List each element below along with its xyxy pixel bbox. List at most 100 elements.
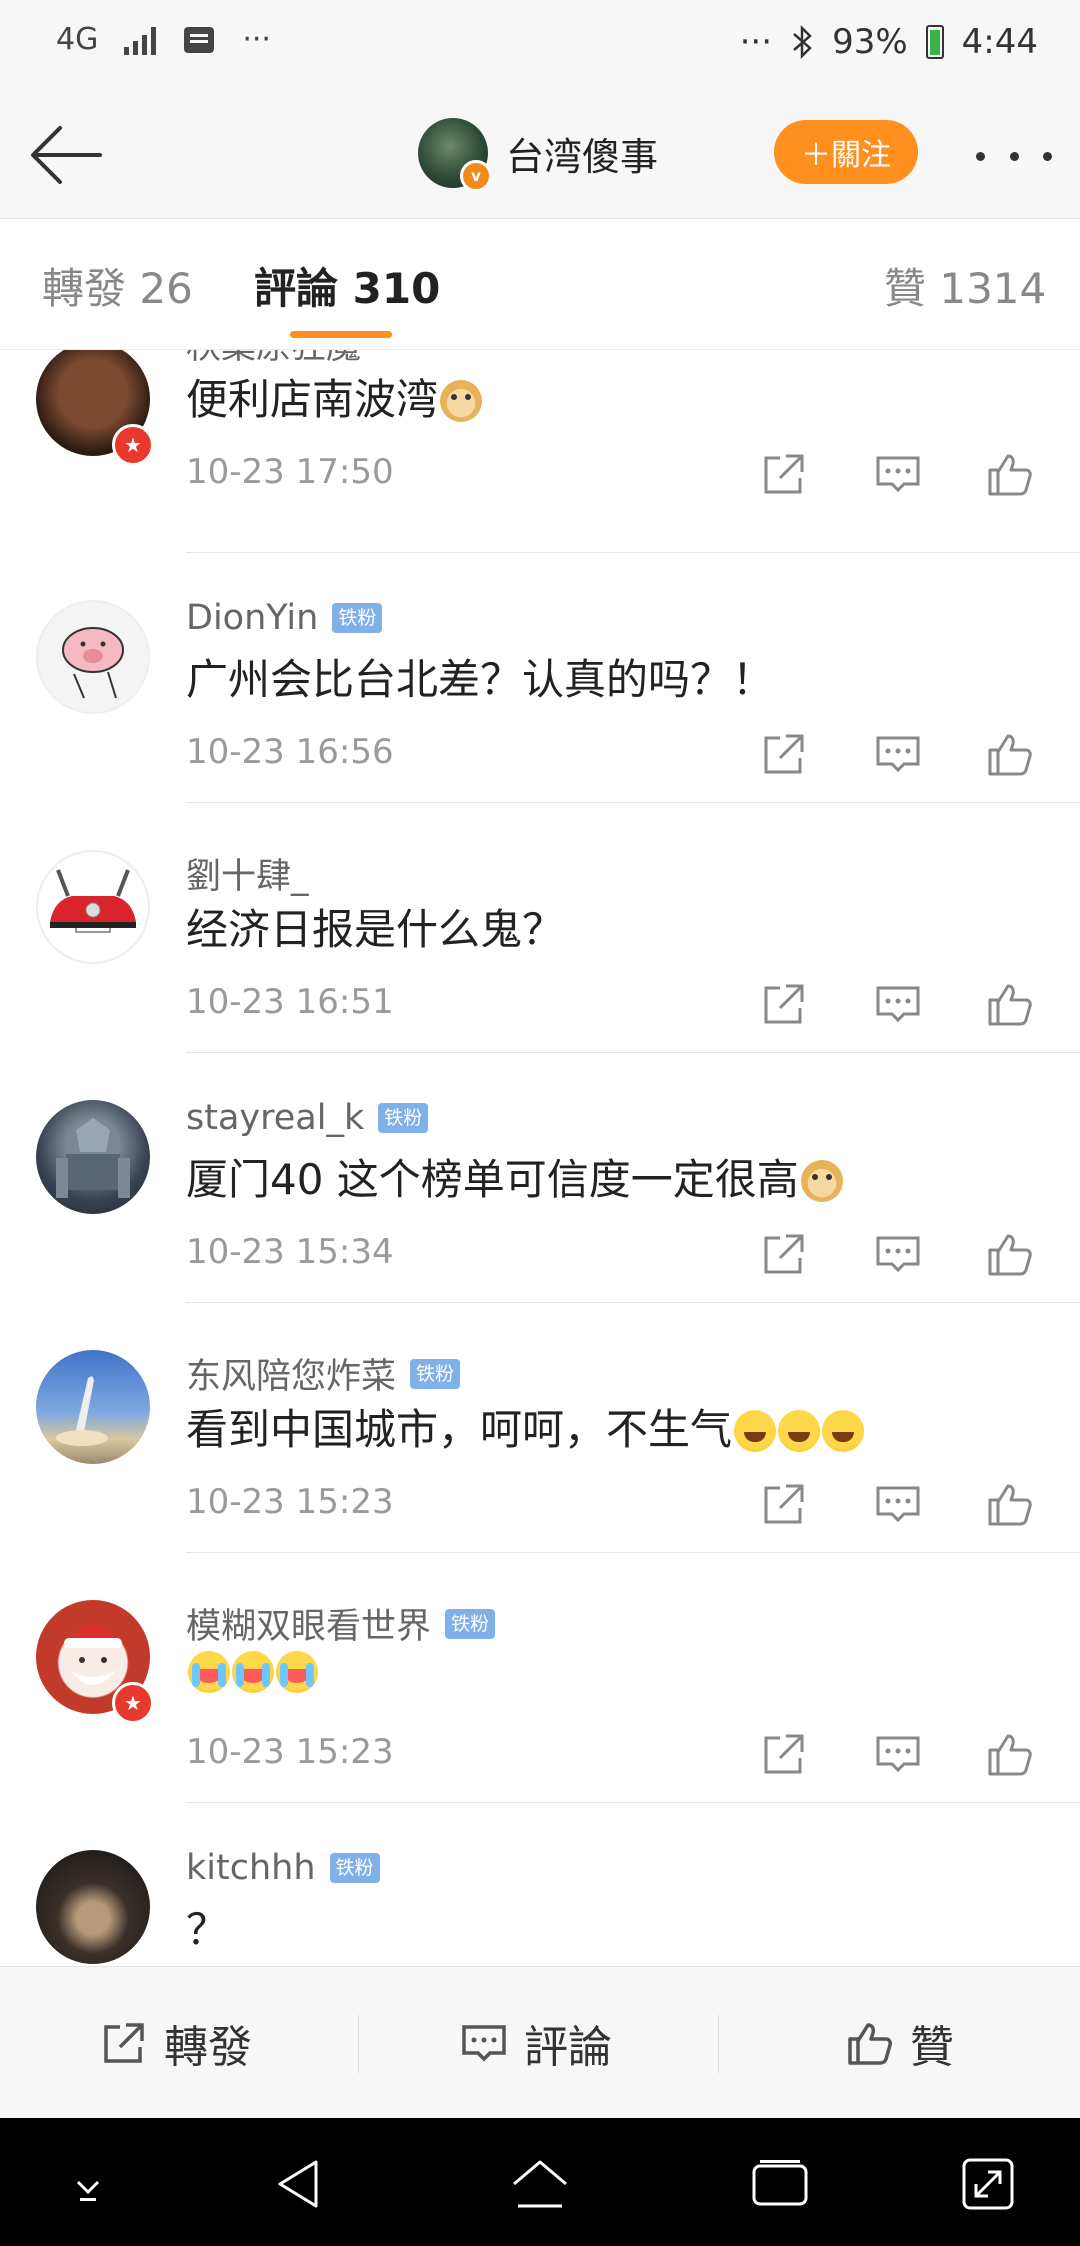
comment-time: 10-23 17:50 [186, 452, 394, 492]
comment-time: 10-23 15:34 [186, 1232, 394, 1272]
back-arrow-icon[interactable] [28, 120, 104, 190]
like-icon[interactable] [986, 1730, 1034, 1778]
bottom-action-bar: 轉發 評論 贊 [0, 1966, 1080, 2119]
like-button[interactable]: 贊 [846, 2011, 954, 2075]
repost-icon[interactable] [760, 1730, 808, 1778]
repost-button[interactable]: 轉發 [100, 2011, 252, 2075]
status-right: ··· 93% 4:44 [740, 22, 1038, 62]
repost-icon[interactable] [760, 730, 808, 778]
like-icon[interactable] [986, 450, 1034, 498]
comment-icon[interactable] [874, 1480, 922, 1528]
avatar[interactable] [36, 1100, 150, 1214]
comment-item: DionYin 铁粉 广州会比台北差？认真的吗？！ 10-23 16:56 [0, 570, 1080, 820]
profile-avatar[interactable]: v [418, 118, 492, 192]
comment-body: 厦门40 这个榜单可信度一定很高 [186, 1155, 799, 1204]
comment-item: 东风陪您炸菜 铁粉 看到中国城市，呵呵，不生气 10-23 15:23 [0, 1320, 1080, 1570]
car-avatar-icon [50, 869, 136, 933]
doge-emoji-icon [800, 1160, 843, 1202]
avatar[interactable] [36, 1850, 150, 1964]
comment-text: 经济日报是什么鬼？ [186, 896, 564, 957]
comment-icon[interactable] [874, 1230, 922, 1278]
status-dots-right: ··· [739, 22, 773, 62]
username-text: stayreal_k [186, 1098, 365, 1138]
follow-button[interactable]: ＋關注 [774, 120, 918, 184]
comment-time: 10-23 15:23 [186, 1732, 394, 1772]
like-icon[interactable] [986, 730, 1034, 778]
avatar[interactable] [36, 850, 150, 964]
avatar[interactable] [36, 600, 150, 714]
rocket-avatar-icon [56, 1376, 108, 1446]
avatar[interactable] [36, 1350, 150, 1464]
battery-percent: 93% [832, 22, 908, 62]
tab-comments[interactable]: 評論 310 [254, 255, 440, 316]
divider [186, 552, 1080, 553]
home-icon[interactable] [510, 2156, 570, 2212]
comment-button[interactable]: 評論 [460, 2011, 612, 2075]
comment-icon [462, 2025, 506, 2062]
back-triangle-icon[interactable] [270, 2156, 330, 2212]
status-bar: 4G ··· ··· 93% 4:44 [0, 0, 1080, 92]
chevron-down-icon[interactable] [58, 2156, 118, 2212]
repost-icon [104, 2023, 144, 2063]
divider [186, 1052, 1080, 1053]
recent-apps-icon[interactable] [750, 2156, 810, 2212]
comment-item: 劉十肆_ 经济日报是什么鬼？ 10-23 16:51 [0, 820, 1080, 1070]
comment-icon[interactable] [874, 730, 922, 778]
nav-profile[interactable]: v 台湾傻事 [418, 118, 658, 192]
nav-bar: v 台湾傻事 ＋關注 [0, 92, 1080, 219]
comment-icon[interactable] [874, 450, 922, 498]
repost-label: 轉發 [164, 2022, 252, 2073]
comment-body: ？ [186, 1905, 229, 1954]
like-icon[interactable] [986, 1230, 1034, 1278]
comment-icon[interactable] [874, 1730, 922, 1778]
status-left: 4G ··· [56, 22, 271, 57]
expand-icon[interactable] [958, 2156, 1018, 2212]
divider [186, 1802, 1080, 1803]
comment-item: stayreal_k 铁粉 厦门40 这个榜单可信度一定很高 10-23 15:… [0, 1070, 1080, 1320]
comment-item: ★ 秋葉原狂魔 便利店南波湾 10-23 17:50 [0, 350, 1080, 570]
crying-emoji-icon [276, 1651, 318, 1693]
comment-body: 看到中国城市，呵呵，不生气 [186, 1405, 733, 1454]
pig-avatar-icon [62, 627, 124, 699]
tab-reposts[interactable]: 轉發 26 [42, 255, 193, 316]
clock: 4:44 [961, 22, 1038, 62]
active-tab-indicator [290, 331, 392, 338]
comment-list[interactable]: ★ 秋葉原狂魔 便利店南波湾 10-23 17:50 DionYin 铁粉 广州… [0, 350, 1080, 1966]
status-dots-left: ··· [242, 22, 271, 57]
username-text: 东风陪您炸菜 [186, 1357, 397, 1397]
repost-icon[interactable] [760, 1480, 808, 1528]
bluetooth-icon [793, 24, 812, 60]
divider [186, 802, 1080, 803]
tab-likes[interactable]: 贊 1314 [884, 255, 1046, 316]
comment-username[interactable]: kitchhh 铁粉 [186, 1848, 380, 1888]
comment-username[interactable]: 东风陪您炸菜 铁粉 [186, 1348, 461, 1399]
comment-text [186, 1646, 318, 1695]
comment-icon[interactable] [874, 980, 922, 1028]
system-navigation-bar [0, 2118, 1080, 2246]
comment-username[interactable]: 模糊双眼看世界 铁粉 [186, 1598, 496, 1649]
laugh-cry-emoji-icon [822, 1410, 865, 1452]
divider [186, 1552, 1080, 1553]
comment-text: 便利店南波湾 [186, 366, 483, 427]
username-text: DionYin [186, 598, 319, 638]
vip-badge-icon: ★ [112, 424, 154, 466]
comment-username[interactable]: DionYin 铁粉 [186, 598, 383, 638]
comment-text: ？ [186, 1896, 228, 1957]
fan-badge: 铁粉 [445, 1608, 496, 1639]
like-icon[interactable] [986, 980, 1034, 1028]
crying-emoji-icon [232, 1651, 274, 1693]
divider [718, 2015, 719, 2073]
divider [186, 1302, 1080, 1303]
divider [358, 2015, 359, 2073]
repost-icon[interactable] [760, 1230, 808, 1278]
comment-item: ★ 模糊双眼看世界 铁粉 10-23 15:23 [0, 1570, 1080, 1820]
fan-badge: 铁粉 [378, 1103, 429, 1133]
repost-icon[interactable] [760, 450, 808, 498]
comment-time: 10-23 16:51 [186, 982, 394, 1022]
battery-icon [925, 25, 944, 59]
comment-username[interactable]: stayreal_k 铁粉 [186, 1098, 429, 1138]
like-icon[interactable] [986, 1480, 1034, 1528]
more-dots-icon[interactable] [976, 136, 1052, 176]
repost-icon[interactable] [760, 980, 808, 1028]
comment-username[interactable]: 劉十肆_ [186, 848, 309, 899]
